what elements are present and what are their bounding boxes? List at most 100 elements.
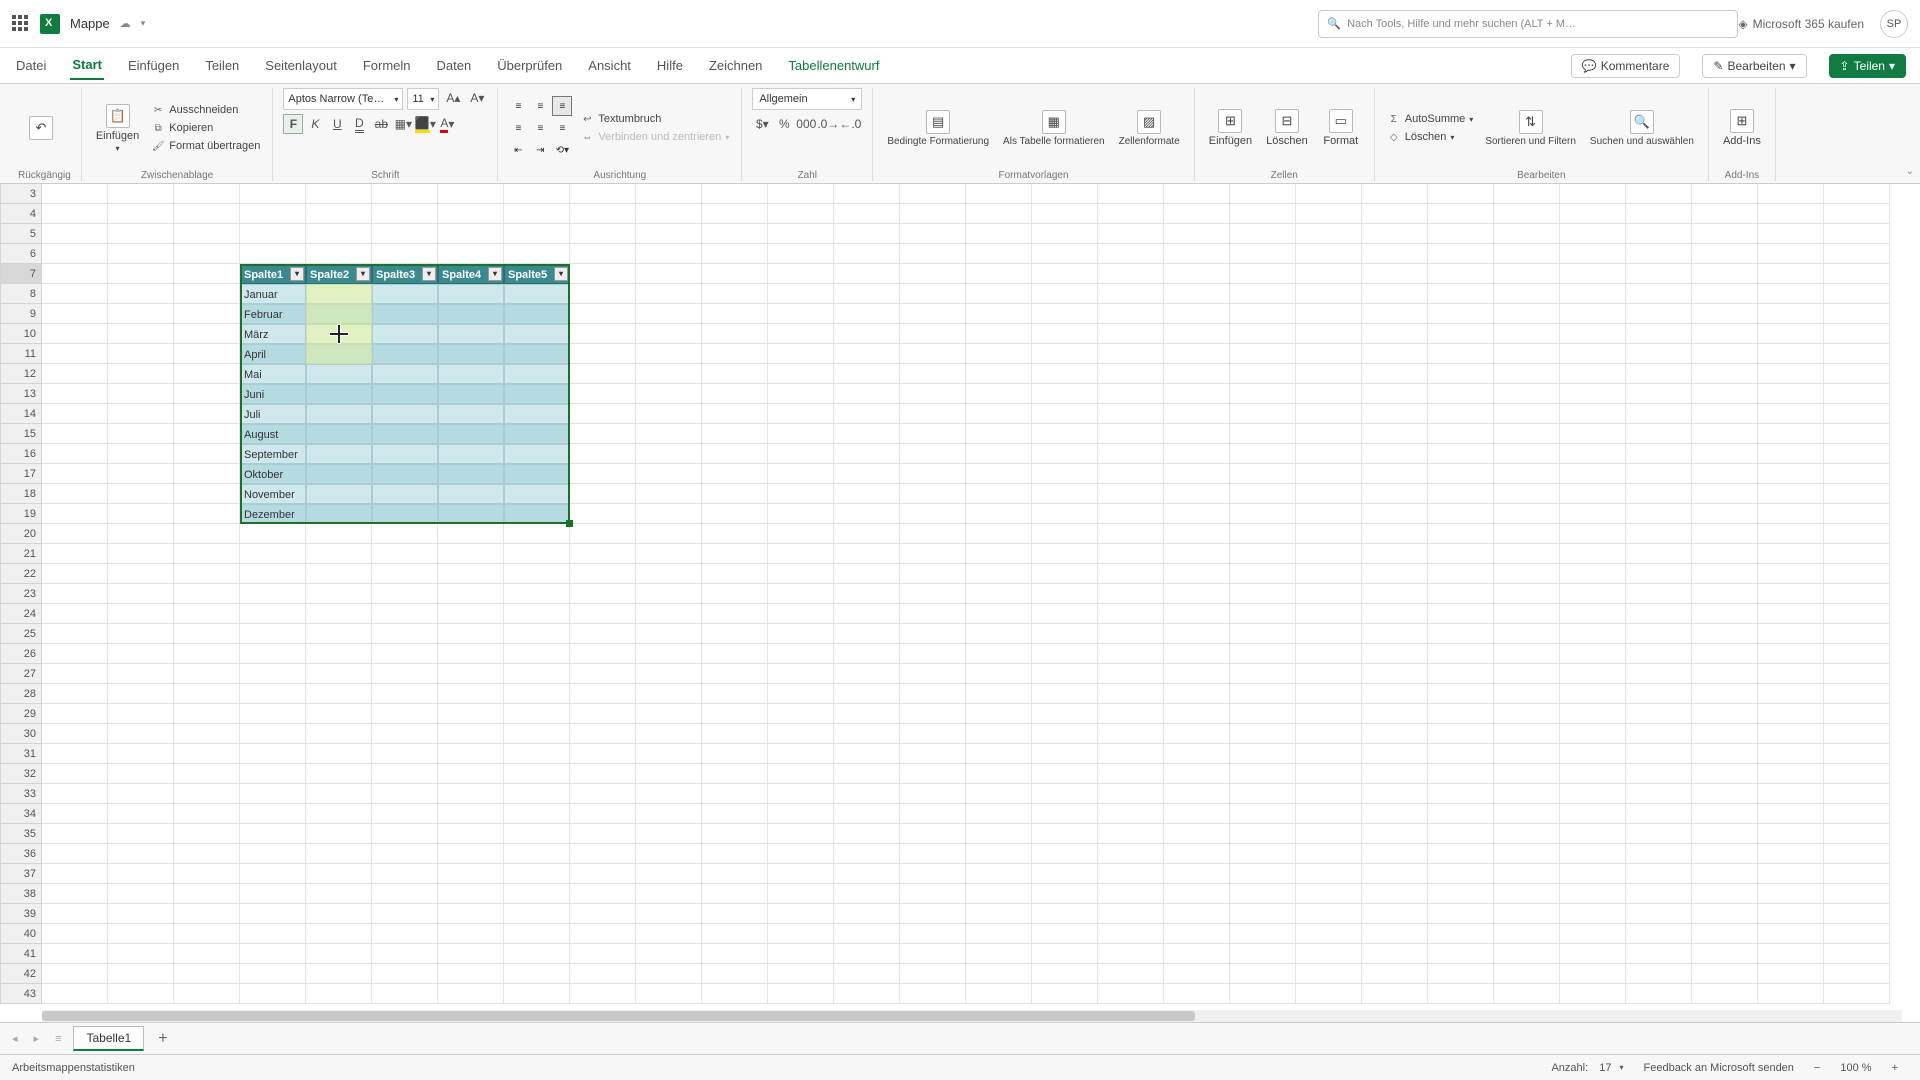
cell[interactable]: [768, 964, 834, 984]
cell[interactable]: [1032, 984, 1098, 1004]
row-header[interactable]: 13: [0, 384, 42, 404]
dec-decimal-button[interactable]: ←.0: [840, 114, 860, 134]
cell[interactable]: [1098, 384, 1164, 404]
cell[interactable]: [1362, 924, 1428, 944]
cell[interactable]: [834, 604, 900, 624]
cell[interactable]: [1362, 944, 1428, 964]
cell[interactable]: [174, 344, 240, 364]
cell[interactable]: [768, 684, 834, 704]
cell[interactable]: [306, 864, 372, 884]
cell[interactable]: [42, 604, 108, 624]
cell[interactable]: [702, 684, 768, 704]
row-header[interactable]: 12: [0, 364, 42, 384]
cell[interactable]: [570, 564, 636, 584]
cell[interactable]: [174, 584, 240, 604]
cell[interactable]: [1560, 724, 1626, 744]
cell[interactable]: [240, 244, 306, 264]
cell[interactable]: [1032, 864, 1098, 884]
cell[interactable]: [42, 784, 108, 804]
cell[interactable]: [1494, 844, 1560, 864]
cell[interactable]: [1626, 764, 1692, 784]
cell[interactable]: [1164, 364, 1230, 384]
cell[interactable]: [1626, 904, 1692, 924]
tab-formeln[interactable]: Formeln: [361, 52, 413, 79]
cell[interactable]: [702, 624, 768, 644]
cell[interactable]: [438, 184, 504, 204]
cell[interactable]: [1362, 404, 1428, 424]
table-cell[interactable]: August: [240, 424, 306, 444]
cell[interactable]: [1692, 604, 1758, 624]
cell[interactable]: [108, 984, 174, 1004]
cell[interactable]: [702, 584, 768, 604]
cell[interactable]: [702, 884, 768, 904]
cell[interactable]: [1494, 664, 1560, 684]
cell[interactable]: [900, 264, 966, 284]
cell[interactable]: [1494, 764, 1560, 784]
cell[interactable]: [702, 464, 768, 484]
search-input[interactable]: 🔍 Nach Tools, Hilfe und mehr suchen (ALT…: [1318, 10, 1738, 38]
cell[interactable]: [1428, 364, 1494, 384]
cell[interactable]: [306, 944, 372, 964]
cell[interactable]: [1824, 964, 1890, 984]
cell[interactable]: [1824, 504, 1890, 524]
cell[interactable]: [438, 664, 504, 684]
cell[interactable]: [174, 524, 240, 544]
cell[interactable]: [174, 624, 240, 644]
cell[interactable]: [966, 264, 1032, 284]
cell[interactable]: [702, 984, 768, 1004]
cell[interactable]: [438, 564, 504, 584]
row-header[interactable]: 6: [0, 244, 42, 264]
cell[interactable]: [1098, 824, 1164, 844]
cell[interactable]: [768, 764, 834, 784]
cell[interactable]: [306, 204, 372, 224]
filter-button[interactable]: ▾: [290, 267, 304, 281]
cell[interactable]: [636, 224, 702, 244]
cell[interactable]: [1626, 524, 1692, 544]
cell[interactable]: [1824, 244, 1890, 264]
cell[interactable]: [372, 644, 438, 664]
cell[interactable]: [306, 524, 372, 544]
cell[interactable]: [1428, 764, 1494, 784]
cell[interactable]: [438, 724, 504, 744]
table-cell[interactable]: [504, 464, 570, 484]
cell[interactable]: [702, 384, 768, 404]
cell[interactable]: [834, 864, 900, 884]
cell[interactable]: [636, 204, 702, 224]
cell[interactable]: [636, 244, 702, 264]
cell[interactable]: [1098, 804, 1164, 824]
cell[interactable]: [768, 624, 834, 644]
cell[interactable]: [702, 284, 768, 304]
cell[interactable]: [570, 704, 636, 724]
cell[interactable]: [900, 464, 966, 484]
cell[interactable]: [966, 324, 1032, 344]
row-header[interactable]: 16: [0, 444, 42, 464]
cell[interactable]: [768, 464, 834, 484]
cell[interactable]: [1296, 624, 1362, 644]
cell[interactable]: [702, 364, 768, 384]
cell[interactable]: [1296, 644, 1362, 664]
cell[interactable]: [636, 664, 702, 684]
cell[interactable]: [174, 224, 240, 244]
cell[interactable]: [1230, 224, 1296, 244]
cell[interactable]: [1362, 804, 1428, 824]
find-select-button[interactable]: 🔍Suchen und auswählen: [1586, 108, 1698, 149]
cell[interactable]: [1824, 564, 1890, 584]
cell[interactable]: [108, 884, 174, 904]
cell[interactable]: [966, 664, 1032, 684]
cell[interactable]: [1758, 544, 1824, 564]
cell[interactable]: [1428, 704, 1494, 724]
cell[interactable]: [1428, 524, 1494, 544]
cell[interactable]: [1428, 584, 1494, 604]
cell[interactable]: [1824, 864, 1890, 884]
cell[interactable]: [1032, 564, 1098, 584]
cell[interactable]: [1362, 964, 1428, 984]
cell[interactable]: [1758, 264, 1824, 284]
cell[interactable]: [636, 524, 702, 544]
cell[interactable]: [900, 724, 966, 744]
row-header[interactable]: 34: [0, 804, 42, 824]
cell[interactable]: [1362, 704, 1428, 724]
cell[interactable]: [174, 744, 240, 764]
cell[interactable]: [1296, 844, 1362, 864]
cell[interactable]: [1758, 644, 1824, 664]
cell[interactable]: [438, 704, 504, 724]
